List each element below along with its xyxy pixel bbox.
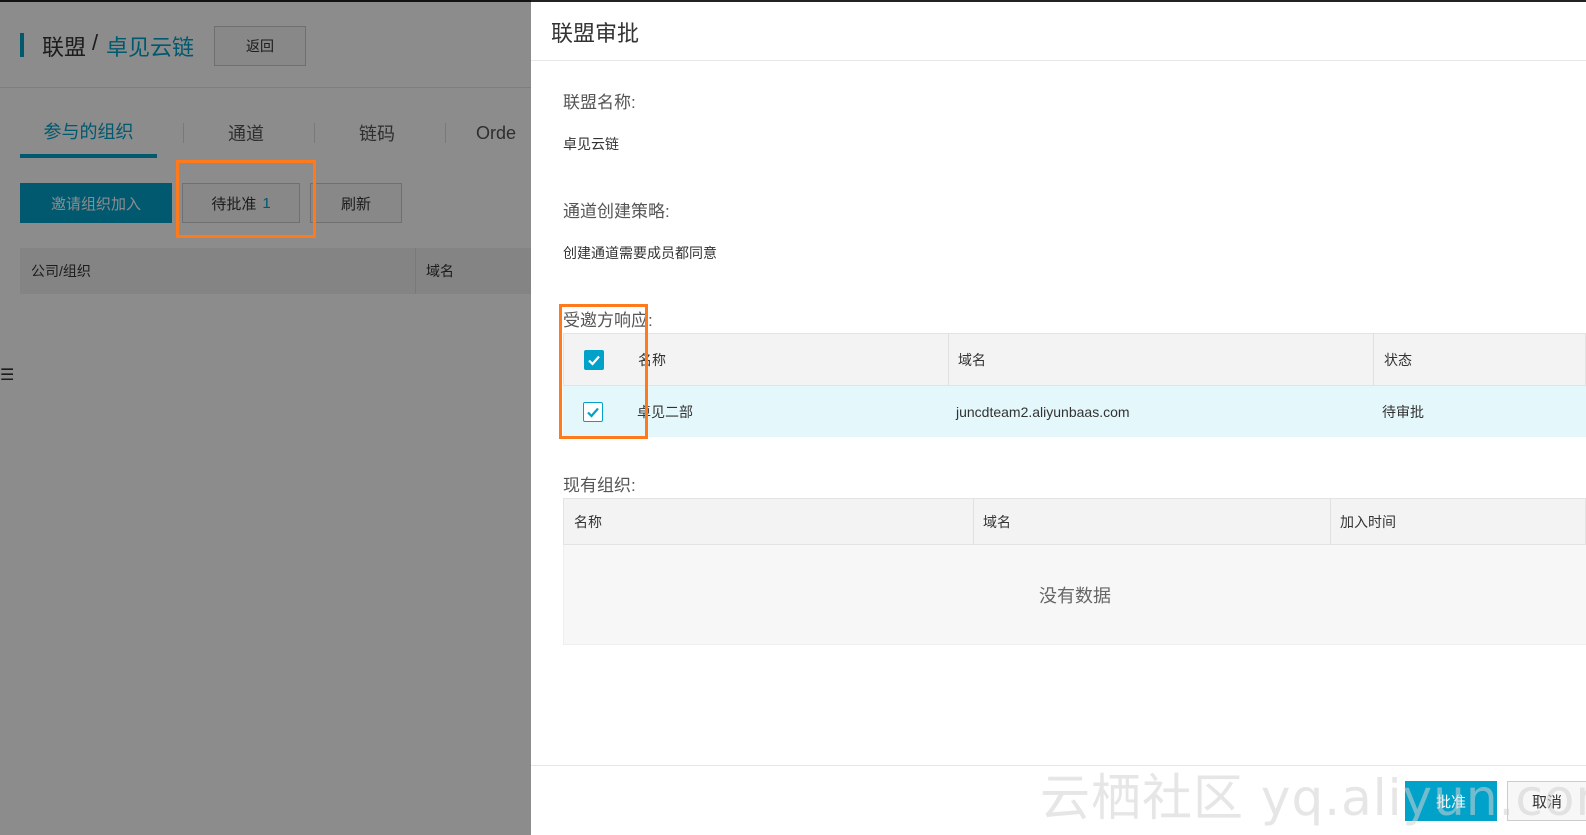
policy-value: 创建通道需要成员都同意 <box>563 245 717 261</box>
row-domain: juncdteam2.aliyunbaas.com <box>956 403 1130 420</box>
invitee-table: 名称 域名 状态 卓见二部 juncdteam2.aliyunbaas.com … <box>563 333 1586 437</box>
column-header-domain: 域名 <box>983 513 1011 530</box>
table-row[interactable]: 卓见二部 juncdteam2.aliyunbaas.com 待审批 <box>563 386 1586 437</box>
drawer-divider <box>531 60 1586 61</box>
column-divider <box>1373 334 1374 385</box>
approve-button[interactable]: 批准 <box>1405 781 1497 821</box>
column-header-join-time: 加入时间 <box>1340 513 1396 530</box>
alliance-name-label: 联盟名称: <box>563 93 636 112</box>
column-header-domain: 域名 <box>958 351 986 368</box>
approval-drawer: 联盟审批 联盟名称: 卓见云链 通道创建策略: 创建通道需要成员都同意 受邀方响… <box>531 0 1586 835</box>
column-header-status: 状态 <box>1384 351 1412 368</box>
annotation-highlight-pending <box>176 160 316 238</box>
existing-table-header: 名称 域名 加入时间 <box>563 498 1586 545</box>
column-divider <box>948 334 949 385</box>
invitee-table-header: 名称 域名 状态 <box>563 333 1586 386</box>
column-header-name: 名称 <box>574 513 602 530</box>
alliance-name-value: 卓见云链 <box>563 136 619 152</box>
footer-divider <box>531 765 1586 766</box>
annotation-highlight-checkbox <box>559 304 648 439</box>
drawer-title: 联盟审批 <box>551 21 640 46</box>
empty-state: 没有数据 <box>563 545 1586 645</box>
drawer-top-border <box>531 0 1586 2</box>
existing-orgs-label: 现有组织: <box>563 476 636 495</box>
cancel-button[interactable]: 取消 <box>1507 781 1586 821</box>
existing-orgs-table: 名称 域名 加入时间 没有数据 <box>563 498 1586 645</box>
row-status: 待审批 <box>1382 403 1424 420</box>
column-divider <box>1330 499 1331 544</box>
policy-label: 通道创建策略: <box>563 202 670 221</box>
column-divider <box>973 499 974 544</box>
